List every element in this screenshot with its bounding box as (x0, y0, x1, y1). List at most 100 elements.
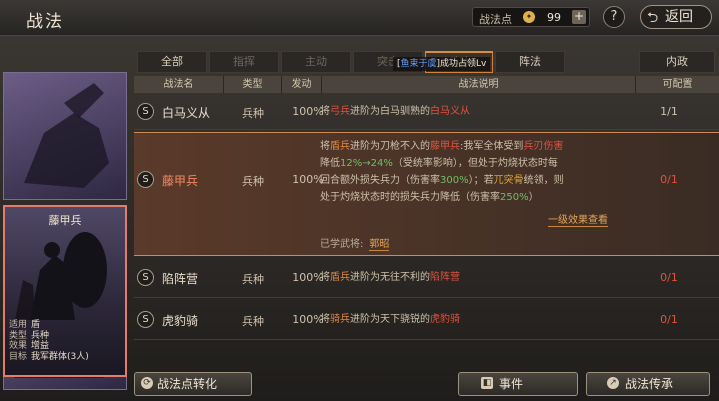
tactic-type: 兵种 (242, 273, 264, 286)
tactic-type: 兵种 (242, 315, 264, 328)
col-name: 战法名 (134, 76, 224, 93)
tab-active[interactable]: 主动 (281, 51, 351, 73)
desc-line: 降低12%→24%（受统率影响），但处于灼烧状态时每 (320, 155, 640, 172)
table-row[interactable]: S 陷阵营 兵种 100% 将盾兵进阶为无往不利的陷阵营 0/1 (134, 258, 719, 298)
s-rank-badge: S (137, 311, 154, 328)
desc-highlight: 陷阵营 (430, 272, 460, 283)
top-bar: 战法 战法点 ✦ 99 + ? ⮌ 返回 (0, 0, 719, 36)
tactic-description: 将骑兵进阶为天下骁锐的虎豹骑 (320, 311, 640, 328)
tactic-description: 将盾兵进阶为无往不利的陷阵营 (320, 269, 640, 286)
desc-highlight: 盾兵 (330, 272, 350, 283)
s-rank-badge: S (137, 171, 154, 188)
tab-all[interactable]: 全部 (137, 51, 207, 73)
info-key: 效果 (9, 341, 28, 351)
desc-highlight: 藤甲兵 (430, 141, 460, 152)
tactic-name: 陷阵营 (162, 272, 199, 286)
card-info: 适用盾 类型 兵种 效果 增益 目标 我军群体(3人) (9, 320, 89, 362)
add-points-button[interactable]: + (572, 10, 586, 24)
desc-highlight: 弓兵 (330, 106, 350, 117)
tab-formation[interactable]: 阵法 (495, 51, 565, 73)
desc-text: :我军全体受到 (460, 141, 524, 152)
desc-text: ） (528, 192, 539, 203)
info-value: 我军群体(3人) (31, 351, 89, 362)
col-activation: 发动 (282, 76, 322, 93)
tactic-type: 兵种 (242, 175, 264, 188)
inherit-button[interactable]: ↗ 战法传承 (586, 372, 710, 396)
inherit-label: 战法传承 (625, 377, 674, 391)
col-description: 战法说明 (322, 76, 636, 93)
learned-label: 已学武将: (320, 239, 364, 250)
desc-text: 将 (320, 272, 330, 283)
desc-text: 处于灼烧状态时的损失兵力降低（伤害率 (320, 192, 500, 203)
desc-highlight: 骑兵 (330, 314, 350, 325)
desc-text: 将 (320, 314, 330, 325)
info-value: 增益 (31, 341, 50, 351)
tactic-points-label: 战法点 (479, 13, 512, 26)
desc-text: 进阶为无往不利的 (350, 272, 430, 283)
desc-highlight: 兵刃伤害 (523, 141, 564, 152)
desc-highlight: 盾兵 (330, 141, 350, 152)
desc-highlight: 白马义从 (430, 106, 470, 117)
event-icon: ◧ (481, 377, 493, 389)
event-button[interactable]: ◧ 事件 (458, 372, 578, 396)
desc-value: 250% (500, 192, 529, 203)
tactic-config-count: 0/1 (660, 313, 678, 326)
ticker-player: 鱼束于虞 (400, 59, 437, 69)
desc-line: 回合额外损失兵力（伤害率300%）；若兀突骨统领，则 (320, 172, 640, 189)
table-row[interactable]: S 白马义从 兵种 100% 将弓兵进阶为白马驯熟的白马义从 1/1 (134, 94, 719, 130)
desc-value: 12%→24% (340, 158, 393, 169)
desc-text: 降低 (320, 158, 340, 169)
tactic-point-icon: ✦ (523, 11, 535, 23)
page-title: 战法 (26, 12, 64, 32)
col-type: 类型 (224, 76, 282, 93)
info-value: 兵种 (31, 330, 50, 341)
table-header: 战法名 类型 发动 战法说明 可配置 (134, 76, 719, 93)
tactic-card-bg-top[interactable] (3, 72, 127, 200)
tactic-description: 将弓兵进阶为白马驯熟的白马义从 (320, 103, 640, 120)
learned-generals: 已学武将: 郭昭 (320, 235, 390, 251)
shield-soldier-art-icon (15, 232, 107, 320)
convert-icon: ⟳ (141, 377, 153, 389)
desc-highlight: 虎豹骑 (430, 314, 460, 325)
desc-text: 进阶为天下骁锐的 (350, 314, 430, 325)
tactic-table: 战法名 类型 发动 战法说明 可配置 S 白马义从 兵种 100% 将弓兵进阶为… (134, 76, 719, 368)
tab-internal[interactable]: 内政 (639, 51, 715, 73)
desc-line: 将盾兵进阶为刀枪不入的藤甲兵:我军全体受到兵刃伤害 (320, 138, 640, 155)
level-effect-link[interactable]: 一级效果查看 (548, 211, 608, 227)
s-rank-badge: S (137, 269, 154, 286)
ticker-text: ]成功占领Lv (436, 59, 487, 69)
desc-highlight: 兀突骨 (493, 175, 524, 186)
table-row-selected[interactable]: S 藤甲兵 兵种 100% 将盾兵进阶为刀枪不入的藤甲兵:我军全体受到兵刃伤害 … (134, 132, 719, 256)
table-row[interactable]: S 虎豹骑 兵种 100% 将骑兵进阶为天下骁锐的虎豹骑 0/1 (134, 300, 719, 340)
help-button[interactable]: ? (603, 6, 625, 28)
selected-tactic-card[interactable]: 藤甲兵 适用盾 类型 兵种 效果 增益 目标 我军群体(3人) (3, 205, 127, 377)
tab-command[interactable]: 指挥 (209, 51, 279, 73)
desc-text: 将 (320, 106, 330, 117)
desc-line: 处于灼烧状态时的损失兵力降低（伤害率250%） (320, 189, 640, 206)
col-configurable: 可配置 (636, 76, 719, 93)
back-button[interactable]: ⮌ 返回 (640, 5, 712, 29)
event-label: 事件 (499, 377, 524, 391)
desc-text: 进阶为刀枪不入的 (350, 141, 430, 152)
desc-text: （受统率影响），但处于灼烧状态时每 (392, 158, 558, 169)
horseman-art-icon (24, 83, 109, 188)
notification-ticker: [鱼束于虞]成功占领Lv (393, 57, 491, 71)
tactic-name: 虎豹骑 (162, 314, 199, 328)
info-value: 盾 (31, 320, 41, 330)
back-label: 返回 (665, 9, 693, 25)
tactic-points-value: 99 (547, 11, 561, 24)
desc-text: 将 (320, 141, 330, 152)
info-key: 适用 (9, 320, 28, 330)
tactic-config-count: 0/1 (660, 173, 678, 186)
desc-text: 回合额外损失兵力（伤害率 (320, 175, 440, 186)
desc-text: ）；若 (468, 175, 494, 186)
info-key: 目标 (9, 351, 28, 362)
desc-text: 统领，则 (523, 175, 564, 186)
tactic-description: 将盾兵进阶为刀枪不入的藤甲兵:我军全体受到兵刃伤害 降低12%→24%（受统率影… (320, 138, 640, 206)
convert-points-button[interactable]: ⟳ 战法点转化 (134, 372, 252, 396)
learned-general-link[interactable]: 郭昭 (369, 239, 390, 251)
inherit-icon: ↗ (607, 377, 619, 389)
tactic-card-strip: 藤甲兵 适用盾 类型 兵种 效果 增益 目标 我军群体(3人) (3, 72, 130, 390)
info-key: 类型 (9, 330, 28, 341)
desc-text: 进阶为白马驯熟的 (350, 106, 430, 117)
